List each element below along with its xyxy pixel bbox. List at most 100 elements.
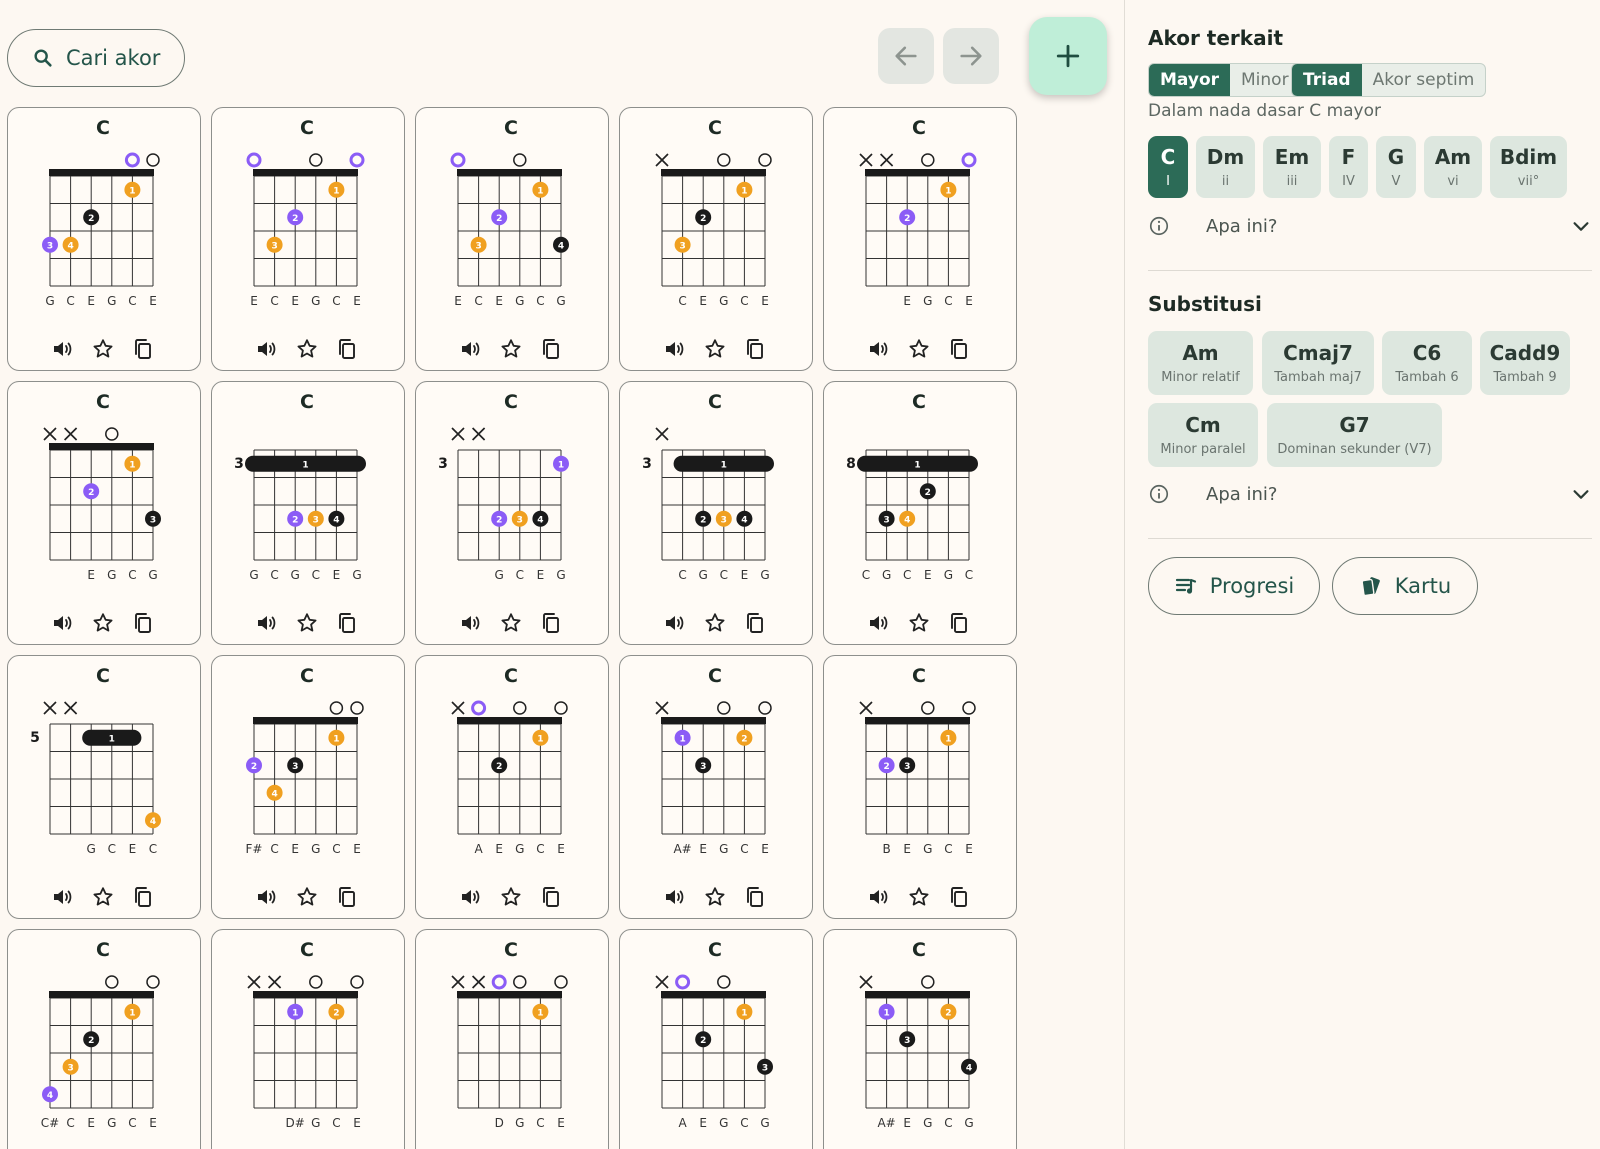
favorite-button[interactable] (496, 608, 526, 638)
copy-button[interactable] (332, 882, 362, 912)
tab-triad[interactable]: Triad (1292, 64, 1362, 96)
favorite-button[interactable] (700, 334, 730, 364)
copy-button[interactable] (740, 882, 770, 912)
play-chord-button[interactable] (251, 608, 281, 638)
play-chord-button[interactable] (47, 334, 77, 364)
copy-button[interactable] (740, 608, 770, 638)
play-chord-button[interactable] (455, 882, 485, 912)
progression-button[interactable]: Progresi (1148, 557, 1320, 615)
favorite-button[interactable] (88, 334, 118, 364)
chord-card[interactable]: C12AEGCE (415, 655, 609, 919)
substitution-chip-c6[interactable]: C6 Tambah 6 (1382, 331, 1472, 395)
play-chord-button[interactable] (455, 608, 485, 638)
tab-seventh[interactable]: Akor septim (1362, 64, 1486, 96)
previous-button[interactable] (878, 28, 934, 84)
degree-chip-bdim[interactable]: Bdim vii° (1490, 136, 1567, 198)
chord-card[interactable]: C123ECEGCE (211, 107, 405, 371)
degree-chip-em[interactable]: Em iii (1263, 136, 1321, 198)
favorite-button[interactable] (904, 882, 934, 912)
chord-card[interactable]: C 1 2 3 A# E G C E (619, 655, 813, 919)
favorite-button[interactable] (292, 334, 322, 364)
copy-button[interactable] (332, 608, 362, 638)
copy-button[interactable] (944, 882, 974, 912)
degree-chip-f[interactable]: F IV (1329, 136, 1368, 198)
chord-card[interactable]: C1234GCEGCE (7, 107, 201, 371)
substitution-chip-g7[interactable]: G7 Dominan sekunder (V7) (1267, 403, 1442, 467)
chord-card[interactable]: C123AEGCG (619, 929, 813, 1149)
substitution-info-toggle[interactable]: Apa ini? (1148, 479, 1592, 509)
chord-card[interactable]: C31234GCEG (415, 381, 609, 645)
tab-major[interactable]: Mayor (1149, 64, 1231, 96)
chord-card[interactable]: C31234GCGCEG (211, 381, 405, 645)
chord-card[interactable]: C123EGCG (7, 381, 201, 645)
string-note-label: E (903, 842, 911, 856)
favorite-button[interactable] (496, 334, 526, 364)
favorite-button[interactable] (700, 882, 730, 912)
degree-chip-am[interactable]: Am vi (1424, 136, 1482, 198)
favorite-button[interactable] (904, 608, 934, 638)
copy-button[interactable] (128, 608, 158, 638)
string-note-label: E (291, 294, 299, 308)
favorite-button[interactable] (88, 882, 118, 912)
favorite-button[interactable] (904, 334, 934, 364)
chord-card[interactable]: C123BEGCE (823, 655, 1017, 919)
play-chord-button[interactable] (659, 882, 689, 912)
chord-card[interactable]: C 1 2 D# G C E (211, 929, 405, 1149)
copy-button[interactable] (536, 334, 566, 364)
finger-number: 3 (904, 762, 910, 772)
chord-card[interactable]: C81234CGCEGC (823, 381, 1017, 645)
substitution-chip-cadd9[interactable]: Cadd9 Tambah 9 (1480, 331, 1570, 395)
play-chord-button[interactable] (47, 882, 77, 912)
play-chord-button[interactable] (251, 882, 281, 912)
open-string-mark (105, 975, 119, 989)
string-note-label: C (862, 568, 870, 582)
muted-string-mark (655, 701, 669, 715)
play-chord-button[interactable] (47, 608, 77, 638)
favorite-button[interactable] (292, 882, 322, 912)
degree-chip-dm[interactable]: Dm ii (1196, 136, 1255, 198)
favorite-button[interactable] (292, 608, 322, 638)
star-icon (297, 887, 317, 906)
play-chord-button[interactable] (659, 334, 689, 364)
copy-button[interactable] (128, 882, 158, 912)
chord-card[interactable]: C31234CGCEG (619, 381, 813, 645)
chord-card[interactable]: C1DGCE (415, 929, 609, 1149)
chord-card[interactable]: C123CEGCE (619, 107, 813, 371)
play-chord-button[interactable] (659, 608, 689, 638)
play-chord-button[interactable] (863, 608, 893, 638)
substitution-chip-cmaj7[interactable]: Cmaj7 Tambah maj7 (1262, 331, 1374, 395)
copy-button[interactable] (128, 334, 158, 364)
chord-card[interactable]: C12EGCE (823, 107, 1017, 371)
copy-button[interactable] (536, 882, 566, 912)
play-chord-button[interactable] (455, 334, 485, 364)
copy-button[interactable] (944, 608, 974, 638)
play-chord-button[interactable] (251, 334, 281, 364)
related-info-toggle[interactable]: Apa ini? (1148, 211, 1592, 241)
copy-button[interactable] (740, 334, 770, 364)
chord-card[interactable]: C1234ECEGCG (415, 107, 609, 371)
copy-button[interactable] (944, 334, 974, 364)
chord-card[interactable]: C 1 2 3 4 A# E G C G (823, 929, 1017, 1149)
degree-chip-g[interactable]: G V (1376, 136, 1416, 198)
degree-roman: vii° (1517, 174, 1540, 189)
favorite-button[interactable] (88, 608, 118, 638)
cards-button[interactable]: Kartu (1332, 557, 1478, 615)
copy-button[interactable] (536, 608, 566, 638)
copy-button[interactable] (332, 334, 362, 364)
play-chord-button[interactable] (863, 882, 893, 912)
substitution-chip-cm[interactable]: Cm Minor paralel (1148, 403, 1258, 467)
degree-chip-c[interactable]: C I (1148, 136, 1188, 198)
chord-card[interactable]: C 1 2 3 4 C# C E G C E (7, 929, 201, 1149)
chord-card[interactable]: C 1 2 3 4 F# C E G C E (211, 655, 405, 919)
copy-icon (135, 613, 151, 633)
search-chord-button[interactable]: Cari akor (7, 29, 185, 87)
substitution-chip-am[interactable]: Am Minor relatif (1148, 331, 1253, 395)
play-chord-button[interactable] (863, 334, 893, 364)
chord-card[interactable]: C514GCEC (7, 655, 201, 919)
string-note-label: G (760, 1116, 769, 1130)
add-chord-button[interactable] (1029, 17, 1107, 95)
favorite-button[interactable] (496, 882, 526, 912)
favorite-button[interactable] (700, 608, 730, 638)
tab-minor[interactable]: Minor (1230, 64, 1300, 96)
next-button[interactable] (943, 28, 999, 84)
